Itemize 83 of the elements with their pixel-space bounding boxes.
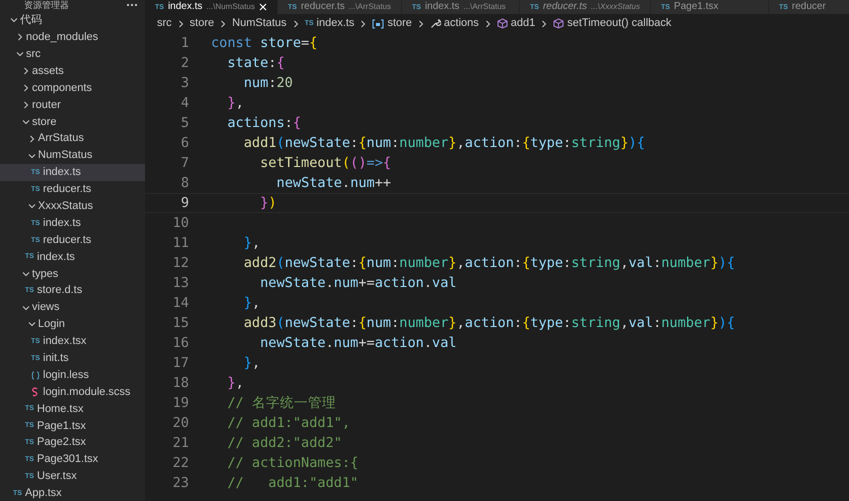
- line-number: 19: [172, 394, 189, 413]
- tree-item[interactable]: Login: [0, 316, 145, 333]
- code-line: },: [244, 294, 260, 313]
- code-line: },: [227, 374, 244, 393]
- line-number: 14: [172, 294, 189, 313]
- code-line: // add2:"add2": [227, 434, 342, 453]
- close-icon[interactable]: [258, 3, 267, 11]
- code-line: },: [244, 354, 260, 373]
- code-line: setTimeout(()=>{: [260, 154, 392, 173]
- code-line: // actionNames:{: [227, 454, 358, 473]
- breadcrumb-item[interactable]: store: [190, 15, 214, 32]
- code-line: const store={: [211, 34, 318, 53]
- tree-item[interactable]: login.less: [0, 366, 145, 384]
- code-line: },: [227, 94, 244, 113]
- chevron-right-icon: [540, 20, 548, 28]
- code-line: add1(newState:{num:number},action:{type:string}){: [244, 134, 645, 153]
- tree-item[interactable]: components: [0, 80, 145, 96]
- line-number: 13: [172, 274, 189, 293]
- tree-item[interactable]: views: [0, 299, 145, 316]
- chevron-right-icon: [416, 20, 425, 28]
- breadcrumb-item[interactable]: add1: [510, 15, 536, 32]
- sidebar-title: 资源管理器: [24, 0, 69, 10]
- line-number: 4: [180, 94, 189, 113]
- line-number: 11: [172, 234, 189, 253]
- breadcrumb-item[interactable]: store: [387, 15, 412, 32]
- tree-item[interactable]: store: [0, 113, 145, 130]
- chevron-right-icon: [176, 20, 185, 28]
- code-line: }): [260, 194, 276, 213]
- braces-file-icon: [31, 370, 40, 380]
- breadcrumb-item[interactable]: src: [157, 15, 172, 32]
- line-number: 20: [172, 414, 189, 433]
- code-line: num:20: [244, 74, 293, 93]
- wrench-icon: [430, 18, 441, 29]
- code-line: newState.num++: [276, 174, 392, 193]
- tree-item[interactable]: node_modules: [0, 28, 145, 46]
- line-number: 12: [172, 254, 189, 273]
- chevron-right-icon: [219, 20, 228, 28]
- line-number: 23: [172, 474, 189, 493]
- sass-file-icon: [31, 387, 40, 398]
- tree-item[interactable]: router: [0, 96, 145, 114]
- tree-item[interactable]: XxxxStatus: [0, 198, 145, 215]
- breadcrumb-item[interactable]: setTimeout() callback: [567, 15, 672, 32]
- line-number: 17: [172, 354, 189, 373]
- breadcrumb-item[interactable]: index.ts: [316, 15, 354, 32]
- code-line: // add1:"add1",: [227, 414, 350, 433]
- line-number: 21: [172, 434, 189, 453]
- line-number: 6: [180, 134, 189, 153]
- line-number: 3: [180, 74, 189, 93]
- code-line: newState.num+=action.val: [260, 274, 457, 293]
- breadcrumb-item[interactable]: NumStatus: [232, 15, 287, 32]
- code-line: state:{: [227, 54, 285, 73]
- line-number: 22: [172, 454, 189, 473]
- code-line: },: [244, 234, 260, 253]
- tree-item[interactable]: ArrStatus: [0, 130, 145, 148]
- cube-icon: [496, 18, 508, 29]
- line-number: 2: [180, 54, 189, 73]
- code-line: newState.num+=action.val: [260, 334, 457, 353]
- line-number: 9: [180, 194, 189, 213]
- code-line: add2(newState:{num:number},action:{type:string,val:number}){: [244, 254, 735, 273]
- tree-item[interactable]: assets: [0, 62, 145, 80]
- chevron-right-icon: [292, 20, 300, 28]
- line-number: 10: [172, 214, 189, 233]
- code-line: add3(newState:{num:number},action:{type:string,val:number}){: [244, 314, 735, 333]
- tree-item[interactable]: login.module.scss: [0, 384, 145, 400]
- line-number: 5: [180, 114, 189, 133]
- tree-item[interactable]: types: [0, 265, 145, 282]
- line-number: 18: [172, 374, 189, 393]
- line-number: 8: [180, 174, 189, 193]
- line-number: 15: [172, 314, 189, 333]
- code-line: actions:{: [227, 114, 302, 133]
- tree-item[interactable]: NumStatus: [0, 147, 145, 164]
- breadcrumb-item[interactable]: actions: [444, 15, 479, 32]
- tree-item[interactable]: src: [0, 46, 145, 63]
- variable-icon: [372, 18, 384, 28]
- line-number: 1: [180, 34, 189, 53]
- chevron-right-icon: [484, 20, 492, 28]
- code-line: // 名字统一管理: [227, 394, 336, 413]
- tree-item[interactable]: 代码: [0, 12, 145, 29]
- line-number: 7: [180, 154, 189, 173]
- code-line: // add1:"add1": [227, 474, 358, 493]
- chevron-right-icon: [359, 20, 368, 28]
- cube-icon: [553, 18, 564, 29]
- line-number: 16: [172, 334, 189, 353]
